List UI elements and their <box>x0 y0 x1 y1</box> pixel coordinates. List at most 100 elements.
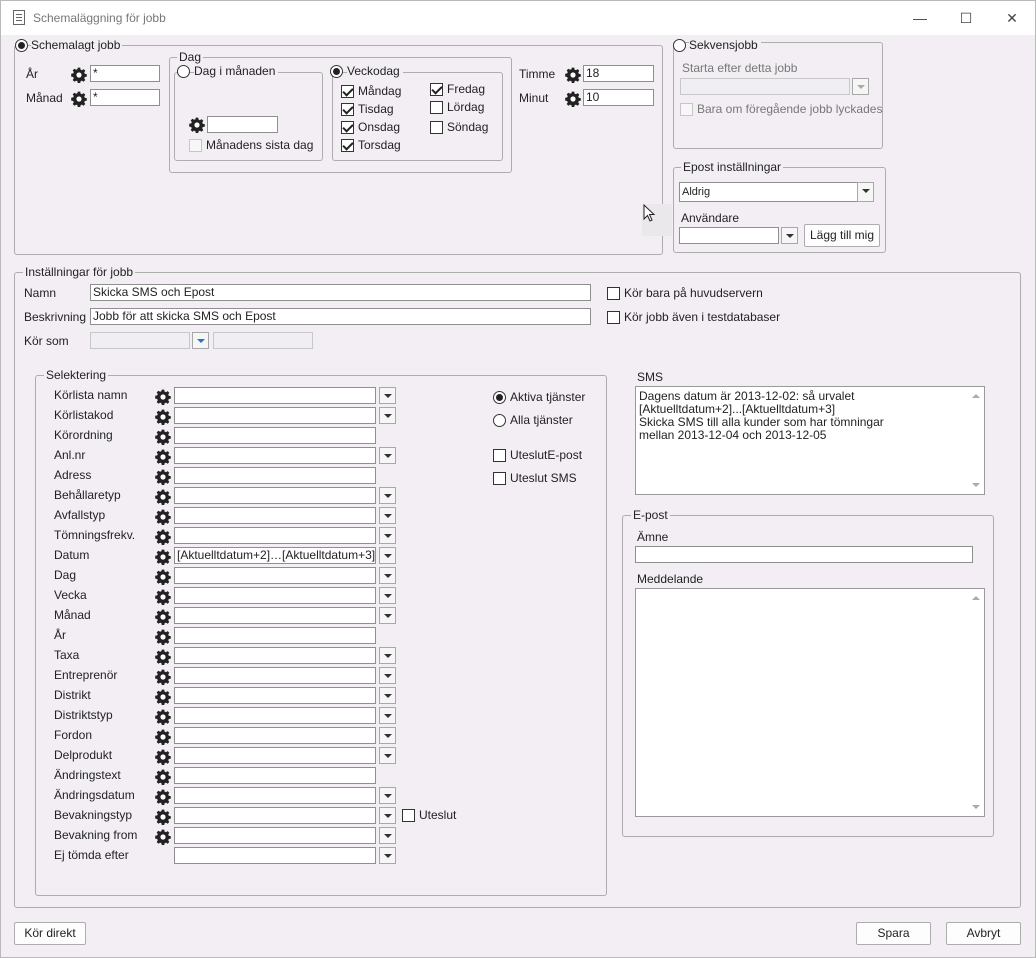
gear-icon[interactable] <box>155 649 171 665</box>
close-button[interactable]: ✕ <box>989 1 1035 35</box>
day-of-month-radio[interactable] <box>177 65 190 78</box>
monday-checkbox[interactable] <box>341 85 354 98</box>
only-if-success-checkbox[interactable] <box>680 103 693 116</box>
day-of-month-input[interactable] <box>207 116 278 133</box>
selection-row-input[interactable] <box>174 407 376 424</box>
selection-row-dropdown[interactable] <box>379 527 396 544</box>
selection-row-input[interactable] <box>174 527 376 544</box>
save-button[interactable]: Spara <box>856 922 931 945</box>
selection-row-dropdown[interactable] <box>379 567 396 584</box>
selection-row-dropdown[interactable] <box>379 727 396 744</box>
selection-row-dropdown[interactable] <box>379 487 396 504</box>
selection-row-input[interactable] <box>174 687 376 704</box>
saturday-checkbox[interactable] <box>430 101 443 114</box>
sms-scrollbar[interactable] <box>969 388 983 493</box>
selection-row-dropdown[interactable] <box>379 807 396 824</box>
month-input[interactable]: * <box>90 89 160 106</box>
selection-row-input[interactable] <box>174 707 376 724</box>
gear-icon[interactable] <box>189 117 205 133</box>
gear-icon[interactable] <box>565 91 581 107</box>
exclude-checkbox[interactable] <box>402 809 415 822</box>
gear-icon[interactable] <box>155 709 171 725</box>
year-input[interactable]: * <box>90 65 160 82</box>
selection-row-input[interactable] <box>174 607 376 624</box>
selection-row-input[interactable] <box>174 647 376 664</box>
selection-row-input[interactable]: [Aktuelltdatum+2]…[Aktuelltdatum+3] <box>174 547 376 564</box>
selection-row-dropdown[interactable] <box>379 607 396 624</box>
selection-row-dropdown[interactable] <box>379 407 396 424</box>
maximize-button[interactable]: ☐ <box>943 1 989 35</box>
subject-input[interactable] <box>635 546 973 563</box>
gear-icon[interactable] <box>155 669 171 685</box>
main-server-only-checkbox[interactable] <box>607 287 620 300</box>
selection-row-input[interactable] <box>174 847 376 864</box>
selection-row-input[interactable] <box>174 447 376 464</box>
gear-icon[interactable] <box>71 91 87 107</box>
name-input[interactable]: Skicka SMS och Epost <box>90 284 591 301</box>
wednesday-checkbox[interactable] <box>341 121 354 134</box>
selection-row-dropdown[interactable] <box>379 447 396 464</box>
minimize-button[interactable]: — <box>897 1 943 35</box>
selection-row-input[interactable] <box>174 387 376 404</box>
gear-icon[interactable] <box>155 769 171 785</box>
friday-checkbox[interactable] <box>430 83 443 96</box>
gear-icon[interactable] <box>155 749 171 765</box>
user-dropdown[interactable] <box>781 227 798 244</box>
gear-icon[interactable] <box>155 449 171 465</box>
selection-row-dropdown[interactable] <box>379 707 396 724</box>
gear-icon[interactable] <box>71 67 87 83</box>
selection-row-dropdown[interactable] <box>379 747 396 764</box>
gear-icon[interactable] <box>155 689 171 705</box>
selection-row-input[interactable] <box>174 567 376 584</box>
all-services-radio[interactable] <box>493 414 506 427</box>
gear-icon[interactable] <box>155 589 171 605</box>
selection-row-input[interactable] <box>174 767 376 784</box>
selection-row-dropdown[interactable] <box>379 547 396 564</box>
selection-row-dropdown[interactable] <box>379 787 396 804</box>
email-send-combo[interactable]: Aldrig <box>679 182 859 202</box>
gear-icon[interactable] <box>565 67 581 83</box>
sms-textarea[interactable]: Dagens datum är 2013-12-02: så urvalet [… <box>635 386 985 495</box>
selection-row-dropdown[interactable] <box>379 687 396 704</box>
message-scrollbar[interactable] <box>969 590 983 815</box>
selection-row-input[interactable] <box>174 587 376 604</box>
scheduled-job-radio[interactable] <box>15 39 28 52</box>
run-as-dropdown[interactable] <box>192 332 209 349</box>
selection-row-input[interactable] <box>174 487 376 504</box>
gear-icon[interactable] <box>155 509 171 525</box>
gear-icon[interactable] <box>155 489 171 505</box>
gear-icon[interactable] <box>155 469 171 485</box>
tuesday-checkbox[interactable] <box>341 103 354 116</box>
thursday-checkbox[interactable] <box>341 139 354 152</box>
run-in-test-checkbox[interactable] <box>607 311 620 324</box>
start-after-combo[interactable] <box>680 78 850 95</box>
gear-icon[interactable] <box>155 829 171 845</box>
sequence-job-radio[interactable] <box>673 39 686 52</box>
exclude-sms-checkbox[interactable] <box>493 472 506 485</box>
selection-row-input[interactable] <box>174 727 376 744</box>
last-day-checkbox[interactable] <box>189 139 202 152</box>
message-textarea[interactable] <box>635 588 985 817</box>
gear-icon[interactable] <box>155 809 171 825</box>
selection-row-input[interactable] <box>174 427 376 444</box>
email-send-dropdown[interactable] <box>857 182 874 202</box>
selection-row-input[interactable] <box>174 667 376 684</box>
selection-row-dropdown[interactable] <box>379 387 396 404</box>
description-input[interactable]: Jobb för att skicka SMS och Epost <box>90 308 591 325</box>
selection-row-input[interactable] <box>174 827 376 844</box>
active-services-radio[interactable] <box>493 391 506 404</box>
selection-row-dropdown[interactable] <box>379 647 396 664</box>
add-me-button[interactable]: Lägg till mig <box>804 224 880 247</box>
selection-row-input[interactable] <box>174 627 376 644</box>
selection-row-input[interactable] <box>174 467 376 484</box>
selection-row-dropdown[interactable] <box>379 667 396 684</box>
selection-row-dropdown[interactable] <box>379 827 396 844</box>
selection-row-input[interactable] <box>174 747 376 764</box>
hour-input[interactable]: 18 <box>583 65 654 82</box>
gear-icon[interactable] <box>155 789 171 805</box>
start-after-dropdown[interactable] <box>852 78 869 95</box>
selection-row-dropdown[interactable] <box>379 847 396 864</box>
exclude-email-checkbox[interactable] <box>493 449 506 462</box>
user-combo[interactable] <box>679 227 779 244</box>
gear-icon[interactable] <box>155 729 171 745</box>
